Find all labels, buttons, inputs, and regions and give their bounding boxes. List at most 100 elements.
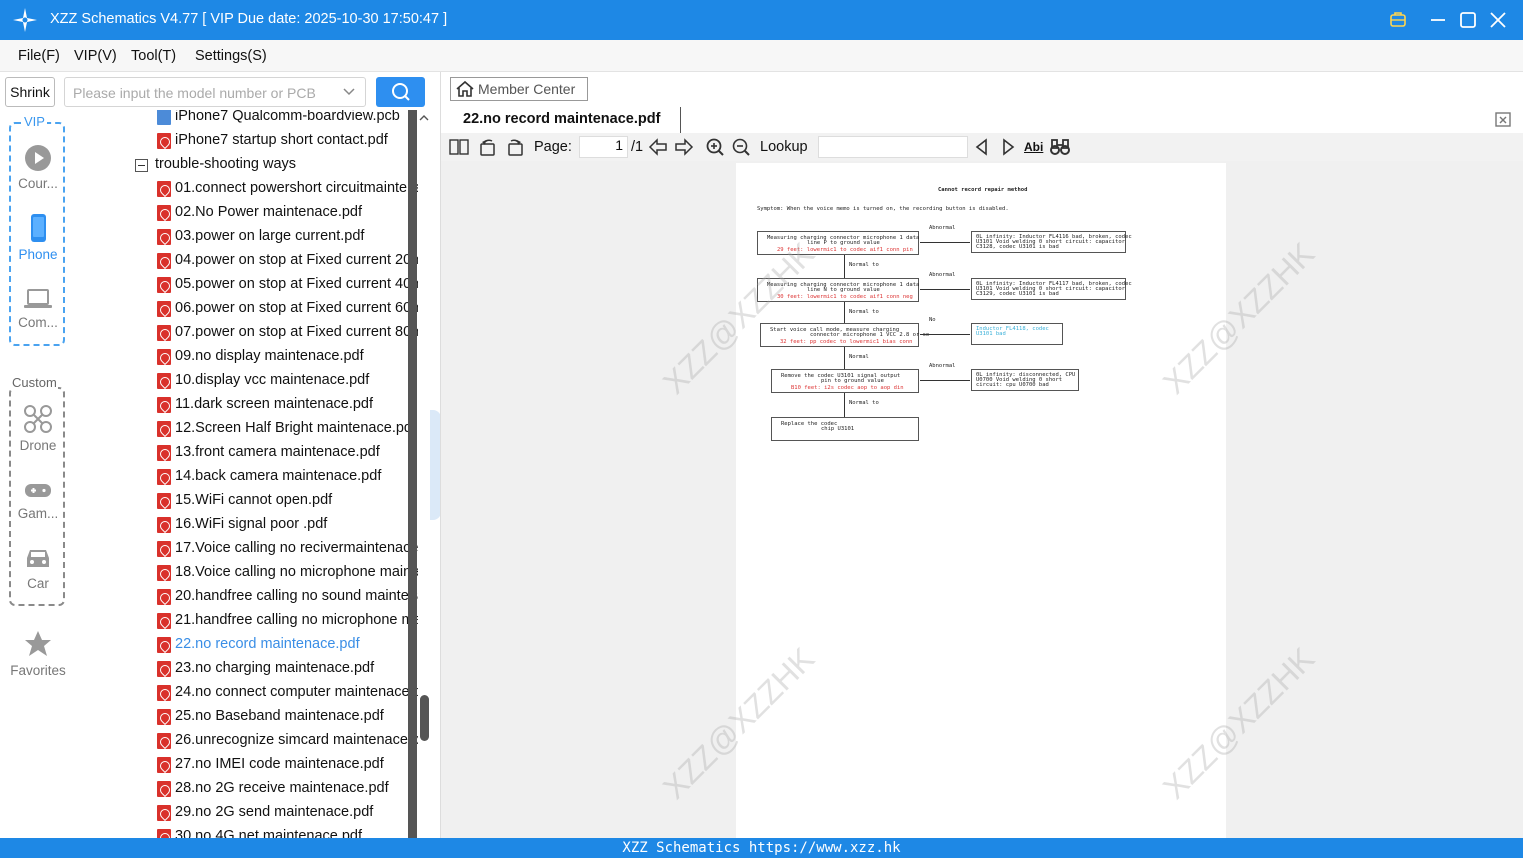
rail-item-course[interactable]: Cour... — [8, 144, 68, 191]
maximize-icon[interactable] — [1457, 9, 1479, 31]
close-icon[interactable] — [1487, 9, 1509, 31]
tree-item[interactable]: 21.handfree calling no microphone mainte… — [75, 610, 418, 634]
search-button[interactable] — [376, 77, 425, 107]
rail-item-car[interactable]: Car — [8, 546, 68, 591]
collapse-toggle-icon[interactable] — [135, 159, 148, 172]
tree-item-label: 23.no charging maintenace.pdf — [175, 660, 375, 676]
tree-item[interactable]: 20.handfree calling no sound maintenace.… — [75, 586, 418, 610]
tree-item[interactable]: 06.power on stop at Fixed current 60mA.p… — [75, 298, 418, 322]
rotate-left-icon[interactable] — [478, 137, 498, 157]
tree-item-label: iPhone7 startup short contact.pdf — [175, 132, 388, 148]
flow-next-label: Normal to — [849, 400, 879, 406]
binoculars-icon[interactable] — [1050, 137, 1070, 157]
rotate-right-icon[interactable] — [505, 137, 525, 157]
gamepad-icon — [25, 484, 51, 497]
rail-item-label: Cour... — [18, 176, 58, 191]
tree-item[interactable]: iPhone7 startup short contact.pdf — [75, 130, 418, 154]
tree-item[interactable]: 24.no connect computer maintenace.pdf — [75, 682, 418, 706]
tree-item[interactable]: 14.back camera maintenace.pdf — [75, 466, 418, 490]
pdf-file-icon — [157, 181, 171, 197]
menu-file[interactable]: File(F) — [18, 48, 60, 64]
scroll-up-icon[interactable] — [419, 113, 429, 123]
arrow-left-icon[interactable] — [648, 137, 668, 157]
tree-item[interactable]: 05.power on stop at Fixed current 40mA.p… — [75, 274, 418, 298]
tree-item-label: 01.connect powershort circuitmaintenace.… — [175, 180, 418, 196]
tree-item[interactable]: 11.dark screen maintenace.pdf — [75, 394, 418, 418]
pdf-file-icon — [157, 277, 171, 293]
zoom-out-icon[interactable] — [731, 137, 751, 157]
rail-item-favorites[interactable]: Favorites — [8, 629, 68, 678]
tree-item[interactable]: 25.no Baseband maintenace.pdf — [75, 706, 418, 730]
tree-item[interactable]: 29.no 2G send maintenace.pdf — [75, 802, 418, 826]
rail-item-label: Drone — [19, 438, 57, 453]
tree-item[interactable]: 18.Voice calling no microphone maintenac… — [75, 562, 418, 586]
tree-item[interactable]: 10.display vcc maintenace.pdf — [75, 370, 418, 394]
rail-item-game[interactable]: Gam... — [8, 480, 68, 521]
minimize-icon[interactable] — [1427, 9, 1449, 31]
tree-item[interactable]: 12.Screen Half Bright maintenace.pdf — [75, 418, 418, 442]
tree-folder[interactable]: trouble-shooting ways — [75, 154, 418, 178]
tree-item[interactable]: 27.no IMEI code maintenace.pdf — [75, 754, 418, 778]
menu-tool[interactable]: Tool(T) — [131, 48, 176, 64]
menu-settings[interactable]: Settings(S) — [195, 48, 267, 64]
shrink-button[interactable]: Shrink — [5, 77, 55, 107]
arrow-right-icon[interactable] — [674, 137, 694, 157]
page-number-input[interactable]: 1 — [579, 136, 628, 158]
rail-item-label: Gam... — [17, 506, 59, 521]
two-page-view-icon[interactable] — [449, 137, 469, 157]
flow-arrow — [920, 334, 970, 335]
status-bar: XZZ Schematics https://www.xzz.hk — [0, 838, 1523, 858]
flow-step-text: line N to ground value — [807, 287, 880, 293]
tree-item[interactable]: 03.power on large current.pdf — [75, 226, 418, 250]
member-center-button[interactable]: Member Center — [450, 77, 588, 101]
tree-item-label: 27.no IMEI code maintenace.pdf — [175, 756, 384, 772]
tree-item[interactable]: iPhone7 Qualcomm-boardview.pcb — [75, 110, 418, 130]
custom-group-label: Custom — [11, 375, 58, 390]
tree-item[interactable]: 26.unrecognize simcard maintenace.pdf — [75, 730, 418, 754]
flow-step-pin: 32 feet: pp codec to lowermic1 bias conn — [780, 339, 913, 345]
tree-item[interactable]: 09.no display maintenace.pdf — [75, 346, 418, 370]
tree-item-label: 21.handfree calling no microphone mainte… — [175, 612, 418, 628]
pdf-file-icon — [157, 685, 171, 701]
rail-item-phone[interactable]: Phone — [8, 213, 68, 262]
flow-next-label: Normal to — [849, 262, 879, 268]
flow-step-text: pin to ground value — [821, 378, 884, 384]
tree-item[interactable]: 13.front camera maintenace.pdf — [75, 442, 418, 466]
tree-item[interactable]: 30.no 4G net maintenace.pdf — [75, 826, 418, 838]
tree-item-label: 15.WiFi cannot open.pdf — [175, 492, 333, 508]
tree-item[interactable]: 23.no charging maintenace.pdf — [75, 658, 418, 682]
menu-bar: File(F) VIP(V) Tool(T) Settings(S) — [0, 40, 1523, 72]
tree-item[interactable]: 16.WiFi signal poor .pdf — [75, 514, 418, 538]
tree-item-label: 18.Voice calling no microphone maintenac… — [175, 564, 418, 580]
lookup-input[interactable] — [818, 136, 968, 158]
flow-step-pin: B10 feet: i2s codec aop to aop din — [791, 385, 904, 391]
tree-item[interactable]: 02.No Power maintenace.pdf — [75, 202, 418, 226]
tree-item[interactable]: 07.power on stop at Fixed current 80mA.p… — [75, 322, 418, 346]
vip-badge-icon[interactable] — [1387, 9, 1409, 31]
tree-item[interactable]: 17.Voice calling no recivermaintenace.pd… — [75, 538, 418, 562]
car-icon — [27, 550, 49, 567]
match-case-toggle[interactable]: Abi — [1024, 140, 1043, 154]
find-previous-icon[interactable] — [972, 137, 992, 157]
tab-document[interactable]: 22.no record maintenace.pdf — [450, 107, 681, 133]
tree-item-label: 29.no 2G send maintenace.pdf — [175, 804, 374, 820]
rail-item-drone[interactable]: Drone — [8, 404, 68, 453]
zoom-in-icon[interactable] — [705, 137, 725, 157]
tree-item[interactable]: 04.power on stop at Fixed current 20mA.p… — [75, 250, 418, 274]
pdf-file-icon — [157, 829, 171, 838]
tree-item[interactable]: 22.no record maintenace.pdf — [75, 634, 418, 658]
tree-item[interactable]: 28.no 2G receive maintenace.pdf — [75, 778, 418, 802]
model-search-box[interactable] — [64, 77, 366, 107]
rail-item-computer[interactable]: Com... — [8, 287, 68, 330]
close-tab-icon[interactable] — [1494, 110, 1512, 128]
tab-title: 22.no record maintenace.pdf — [463, 111, 661, 127]
tree-item-label: 04.power on stop at Fixed current 20mA.p… — [175, 252, 418, 268]
model-search-input[interactable] — [73, 83, 335, 103]
scrollbar-thumb[interactable] — [420, 695, 429, 741]
find-next-icon[interactable] — [998, 137, 1018, 157]
pdf-file-icon — [157, 469, 171, 485]
tree-item[interactable]: 15.WiFi cannot open.pdf — [75, 490, 418, 514]
menu-vip[interactable]: VIP(V) — [74, 48, 117, 64]
chevron-down-icon[interactable] — [342, 85, 356, 99]
tree-item[interactable]: 01.connect powershort circuitmaintenace.… — [75, 178, 418, 202]
